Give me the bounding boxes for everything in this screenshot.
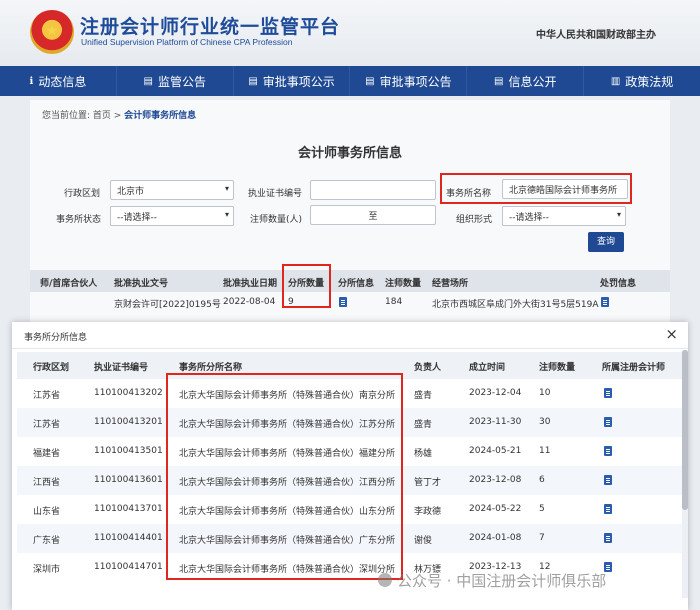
cpa-list-icon[interactable]	[604, 533, 612, 546]
branch-info-modal: 事务所分所信息 × 行政区划 执业证书编号 事务所分所名称 负责人 成立时间 注…	[12, 322, 688, 610]
wechat-icon	[378, 573, 392, 587]
notice-icon: ▤	[143, 75, 153, 87]
close-icon[interactable]: ×	[665, 325, 678, 343]
cpa-list-icon[interactable]	[604, 446, 612, 459]
document-icon: ▤	[365, 75, 375, 87]
nav-item-supervision-notice[interactable]: ▤ 监管公告	[117, 66, 234, 96]
nav-item-info-disclosure[interactable]: ▤ 信息公开	[467, 66, 585, 96]
cpa-list-icon[interactable]	[604, 504, 612, 517]
site-title: 注册会计师行业统一监管平台	[80, 16, 341, 38]
modal-divider	[12, 348, 688, 349]
penalty-info-icon[interactable]	[601, 297, 609, 310]
branch-info-icon[interactable]	[339, 297, 347, 310]
breadcrumb: 您当前位置: 首页 > 会计师事务所信息	[42, 111, 197, 121]
page-title: 会计师事务所信息	[297, 146, 402, 161]
cert-number-input[interactable]	[310, 180, 436, 200]
org-form-label: 组织形式	[456, 215, 493, 225]
result-branch-count: 9	[288, 297, 294, 307]
nav-item-approval-notice[interactable]: ▤ 审批事项公告	[350, 66, 468, 96]
status-select[interactable]: --请选择-- ▾	[110, 206, 234, 226]
cpa-list-icon[interactable]	[604, 417, 612, 430]
building-icon: ▥	[610, 75, 621, 87]
nav-item-news[interactable]: ℹ 动态信息	[0, 66, 117, 96]
highlight-box-firm-name	[440, 173, 632, 204]
chevron-down-icon: ▾	[224, 210, 229, 219]
result-doc-no: 京财会许可[2022]0195号	[114, 300, 221, 310]
region-label: 行政区划	[64, 189, 101, 199]
cpa-count-label: 注师数量(人)	[250, 215, 303, 225]
search-panel: 您当前位置: 首页 > 会计师事务所信息 会计师事务所信息 行政区划 北京市 ▾ …	[30, 100, 670, 330]
document-icon: ▤	[493, 75, 504, 87]
cpa-list-icon[interactable]	[604, 475, 612, 488]
document-icon: ▤	[248, 75, 258, 87]
status-label: 事务所状态	[56, 215, 102, 225]
cpa-count-range-input[interactable]: 至	[310, 205, 436, 225]
main-nav: ℹ 动态信息 ▤ 监管公告 ▤ 审批事项公示 ▤ 审批事项公告 ▤ 信息公开 ▥ 政策法规	[0, 66, 700, 96]
result-address: 北京市西城区阜成门外大街31号5层519A	[432, 300, 599, 310]
region-select[interactable]: 北京市 ▾	[110, 180, 234, 200]
result-cpa-count: 184	[385, 297, 403, 307]
modal-scrollbar[interactable]	[682, 350, 688, 598]
result-date: 2022-08-04	[223, 297, 276, 307]
watermark: 公众号 · 中国注册会计师俱乐部	[378, 570, 606, 591]
cert-label: 执业证书编号	[248, 189, 303, 199]
breadcrumb-current[interactable]: 会计师事务所信息	[124, 111, 196, 121]
modal-title: 事务所分所信息	[24, 333, 88, 343]
chevron-down-icon: ▾	[616, 210, 621, 219]
chevron-down-icon: ▾	[224, 184, 229, 193]
nav-item-approval-publicity[interactable]: ▤ 审批事项公示	[234, 66, 351, 96]
info-icon: ℹ	[29, 75, 34, 87]
site-header: ★ 注册会计师行业统一监管平台 Unified Supervision Plat…	[0, 0, 700, 66]
query-button[interactable]: 查询	[588, 232, 624, 252]
highlight-box-branch-names	[166, 373, 403, 580]
scrollbar-thumb[interactable]	[682, 350, 688, 510]
org-form-select[interactable]: --请选择-- ▾	[502, 206, 626, 226]
national-emblem-logo: ★	[30, 10, 74, 54]
site-subtitle: Unified Supervision Platform of Chinese …	[81, 37, 293, 47]
nav-item-policies[interactable]: ▥ 政策法规	[584, 66, 700, 96]
cpa-list-icon[interactable]	[604, 388, 612, 401]
site-host: 中华人民共和国财政部主办	[536, 30, 656, 41]
result-table-header: 师/首席合伙人 批准执业文号 批准执业日期 分所数量 分所信息 注师数量 经营场…	[30, 270, 670, 292]
